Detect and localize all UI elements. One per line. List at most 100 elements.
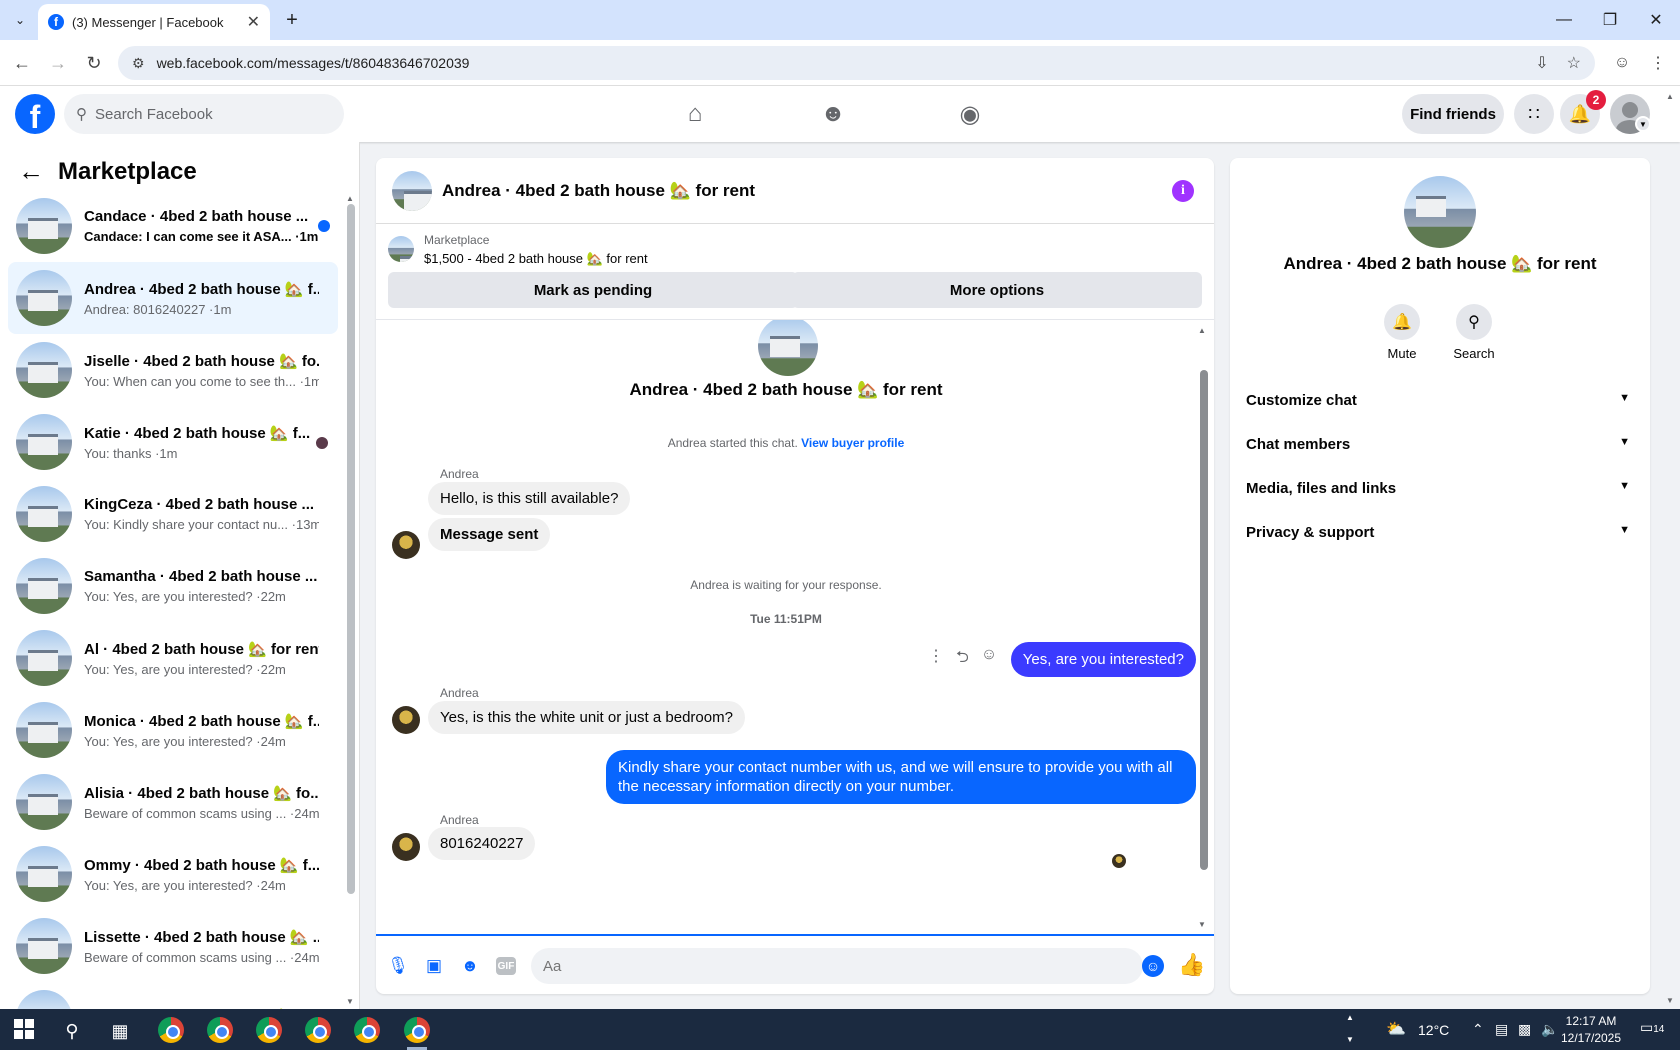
chrome-taskbar-icon[interactable] [207, 1017, 233, 1043]
find-friends-button[interactable]: Find friends [1402, 94, 1504, 134]
account-chevron-icon[interactable]: ▼ [1635, 116, 1651, 132]
chrome-taskbar-icon[interactable] [158, 1017, 184, 1043]
chat-avatar[interactable] [392, 170, 432, 211]
scroll-down-icon[interactable]: ▼ [346, 997, 354, 1006]
profile-icon[interactable]: ☺ [1610, 51, 1634, 75]
page-scroll-up-icon[interactable]: ▲ [1666, 92, 1674, 101]
forward-icon[interactable]: → [46, 51, 70, 75]
bell-icon[interactable]: 🔔 [1384, 304, 1420, 340]
mute-label: Mute [1387, 346, 1417, 361]
chat-scroll-up-icon[interactable]: ▲ [1198, 326, 1206, 335]
listing-thumbnail[interactable] [388, 236, 414, 262]
outgoing-message[interactable]: Kindly share your contact number with us… [606, 750, 1196, 804]
incoming-message[interactable]: Hello, is this still available? [428, 482, 631, 515]
sticker-icon[interactable]: ☻ [458, 954, 482, 978]
reply-icon[interactable]: ⮌ [956, 646, 969, 673]
view-buyer-profile-link[interactable]: View buyer profile [801, 436, 904, 450]
tray-scroll-down-icon[interactable]: ▼ [1346, 1035, 1354, 1044]
react-emoji-icon[interactable]: ☺ [981, 646, 997, 673]
page-scroll-down-icon[interactable]: ▼ [1666, 996, 1674, 1005]
emoji-icon[interactable]: ☺ [1142, 955, 1164, 977]
chrome-taskbar-icon[interactable] [354, 1017, 380, 1043]
media-files-links-section[interactable]: Media, files and links ▼ [1246, 480, 1630, 497]
weather-icon[interactable]: ⛅ [1386, 1019, 1406, 1039]
chat-members-section[interactable]: Chat members ▼ [1246, 436, 1630, 453]
customize-chat-section[interactable]: Customize chat ▼ [1246, 392, 1630, 409]
facebook-search[interactable]: ⚲ Search Facebook [64, 94, 344, 134]
conversation-item[interactable]: Jiselle · 4bed 2 bath house 🏡 fo... You: … [8, 334, 338, 406]
search-icon[interactable]: ⚲ [1456, 304, 1492, 340]
show-hidden-icons-icon[interactable]: ⌃ [1472, 1021, 1484, 1038]
site-info-icon[interactable]: ⚙ [132, 55, 145, 72]
outgoing-message[interactable]: Yes, are you interested? [1010, 642, 1196, 677]
tab-list-chevron-icon[interactable]: ⌄ [8, 8, 32, 32]
privacy-support-section[interactable]: Privacy & support ▼ [1246, 524, 1630, 541]
mute-action[interactable]: 🔔 Mute [1372, 304, 1432, 361]
chat-scroll-down-icon[interactable]: ▼ [1198, 920, 1206, 929]
gif-icon[interactable]: GIF [496, 957, 516, 975]
incoming-message[interactable]: Message sent [428, 518, 551, 551]
tray-scroll-up-icon[interactable]: ▲ [1346, 1013, 1354, 1022]
andrea-avatar[interactable] [392, 706, 420, 734]
chat-title[interactable]: Andrea · 4bed 2 bath house 🏡 for rent [442, 181, 755, 201]
incoming-message[interactable]: 8016240227 [428, 827, 536, 860]
network-icon[interactable]: ▩ [1518, 1021, 1531, 1038]
conversation-item[interactable]: Ommy · 4bed 2 bath house 🏡 f... You: Yes,… [8, 838, 338, 910]
chrome-taskbar-icon[interactable] [256, 1017, 282, 1043]
conversation-item[interactable]: Alisia · 4bed 2 bath house 🏡 fo... Beware… [8, 766, 338, 838]
address-bar[interactable]: ⚙ web.facebook.com/messages/t/8604836467… [118, 46, 1595, 80]
facebook-logo-icon[interactable]: f [15, 94, 55, 135]
conversation-item[interactable]: Monica · 4bed 2 bath house 🏡 f... You: Ye… [8, 694, 338, 766]
conversation-item[interactable]: Lissette · 4bed 2 bath house 🏡 ... Beware… [8, 910, 338, 982]
back-arrow-icon[interactable]: ← [18, 156, 44, 187]
new-tab-icon[interactable]: + [280, 8, 304, 32]
taskbar-clock[interactable]: 12:17 AM 12/17/2025 [1556, 1013, 1626, 1047]
minimize-icon[interactable]: — [1546, 6, 1582, 34]
task-view-icon[interactable]: ▦ [98, 1013, 142, 1049]
conversation-item[interactable]: Kailee · 4bed 2 bath house 🏡 fo... [8, 982, 338, 1009]
conversation-item[interactable]: Katie · 4bed 2 bath house 🏡 f... You: tha… [8, 406, 338, 478]
details-avatar[interactable] [1404, 176, 1476, 248]
conversation-item[interactable]: Samantha · 4bed 2 bath house ... You: Yes… [8, 550, 338, 622]
conversation-item[interactable]: Al · 4bed 2 bath house 🏡 for rent You: Ye… [8, 622, 338, 694]
meet-now-icon[interactable]: ▤ [1495, 1021, 1508, 1038]
menu-kebab-icon[interactable]: ⋮ [1646, 51, 1670, 75]
browser-tab[interactable]: f (3) Messenger | Facebook ✕ [38, 4, 270, 40]
notification-center-icon[interactable]: ▭14 [1640, 1019, 1664, 1036]
andrea-avatar[interactable] [392, 531, 420, 559]
chrome-taskbar-icon[interactable] [404, 1017, 430, 1043]
menu-grid-icon[interactable]: ∷ [1514, 94, 1554, 134]
photo-icon[interactable]: ▣ [422, 954, 446, 978]
info-icon[interactable]: i [1172, 180, 1194, 202]
mark-as-pending-button[interactable]: Mark as pending [388, 272, 798, 308]
groups-icon[interactable]: ◉ [946, 94, 994, 134]
reload-icon[interactable]: ↻ [82, 51, 106, 75]
search-action[interactable]: ⚲ Search [1444, 304, 1504, 361]
conversation-item[interactable]: KingCeza · 4bed 2 bath house ... You: Kin… [8, 478, 338, 550]
incoming-message[interactable]: Yes, is this the white unit or just a be… [428, 701, 745, 734]
taskbar-search-icon[interactable]: ⚲ [50, 1013, 94, 1049]
conversation-item[interactable]: Candace · 4bed 2 bath house ... Candace: … [8, 190, 338, 262]
listing-price[interactable]: $1,500 - 4bed 2 bath house 🏡 for rent [424, 251, 648, 267]
restore-icon[interactable]: ❐ [1592, 6, 1628, 34]
more-actions-icon[interactable]: ⋮ [928, 646, 944, 673]
more-options-button[interactable]: More options [792, 272, 1202, 308]
close-window-icon[interactable]: ✕ [1638, 6, 1674, 34]
thumbs-up-icon[interactable]: 👍 [1178, 952, 1205, 978]
chrome-taskbar-icon[interactable] [305, 1017, 331, 1043]
conversation-item[interactable]: Andrea · 4bed 2 bath house 🏡 f... Andrea:… [8, 262, 338, 334]
scroll-up-icon[interactable]: ▲ [346, 194, 354, 203]
sidebar-scrollbar[interactable] [347, 204, 355, 894]
microphone-icon[interactable]: 🎙 [386, 954, 410, 978]
message-input[interactable] [531, 948, 1143, 984]
close-tab-icon[interactable]: ✕ [247, 12, 260, 32]
weather-temp[interactable]: 12°C [1418, 1022, 1449, 1038]
andrea-avatar[interactable] [392, 833, 420, 861]
friends-icon[interactable]: ☻ [809, 94, 857, 134]
windows-start-icon[interactable] [14, 1019, 34, 1039]
home-icon[interactable]: ⌂ [671, 94, 719, 134]
chat-scrollbar[interactable] [1200, 370, 1208, 870]
back-icon[interactable]: ← [10, 51, 34, 75]
install-app-icon[interactable]: ⇩ [1535, 53, 1548, 73]
bookmark-star-icon[interactable]: ☆ [1567, 53, 1581, 73]
